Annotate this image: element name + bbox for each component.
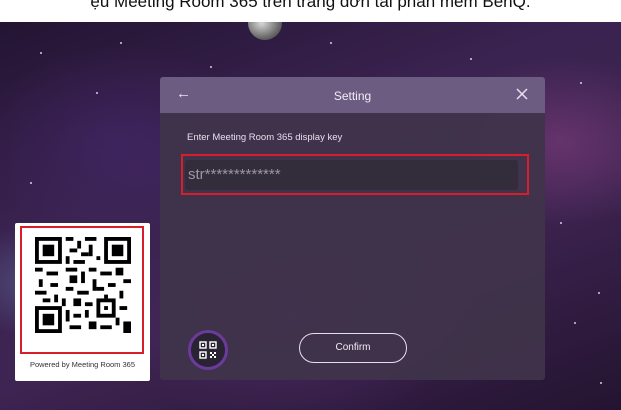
page-caption: ệu Meeting Room 365 trên trang đơn tải p… bbox=[0, 0, 621, 22]
star bbox=[580, 82, 582, 84]
star bbox=[40, 52, 42, 54]
planet-decoration bbox=[248, 22, 282, 40]
dialog-header: ← Setting bbox=[160, 77, 545, 113]
dialog-title: Setting bbox=[333, 89, 372, 103]
confirm-button[interactable]: Confirm bbox=[299, 333, 407, 363]
star bbox=[574, 322, 576, 324]
close-icon[interactable] bbox=[515, 87, 529, 101]
star bbox=[120, 42, 122, 44]
star bbox=[560, 222, 562, 224]
caption-text: ệu Meeting Room 365 trên trang đơn tải p… bbox=[90, 0, 531, 11]
desktop-background: ← Setting Enter Meeting Room 365 display… bbox=[0, 22, 621, 410]
star bbox=[598, 292, 600, 294]
qr-code-icon bbox=[199, 341, 217, 359]
qr-code-image bbox=[35, 237, 131, 333]
star bbox=[330, 42, 332, 44]
qr-caption: Powered by Meeting Room 365 bbox=[29, 360, 136, 369]
star bbox=[600, 382, 602, 384]
star bbox=[210, 66, 212, 68]
star bbox=[30, 182, 32, 184]
display-key-input[interactable] bbox=[185, 160, 518, 190]
star bbox=[96, 92, 98, 94]
setting-dialog: ← Setting Enter Meeting Room 365 display… bbox=[160, 77, 545, 380]
qr-code-card: Powered by Meeting Room 365 bbox=[15, 223, 150, 381]
star bbox=[470, 58, 472, 60]
qr-toggle-button[interactable] bbox=[188, 330, 228, 370]
display-key-label: Enter Meeting Room 365 display key bbox=[187, 132, 343, 143]
